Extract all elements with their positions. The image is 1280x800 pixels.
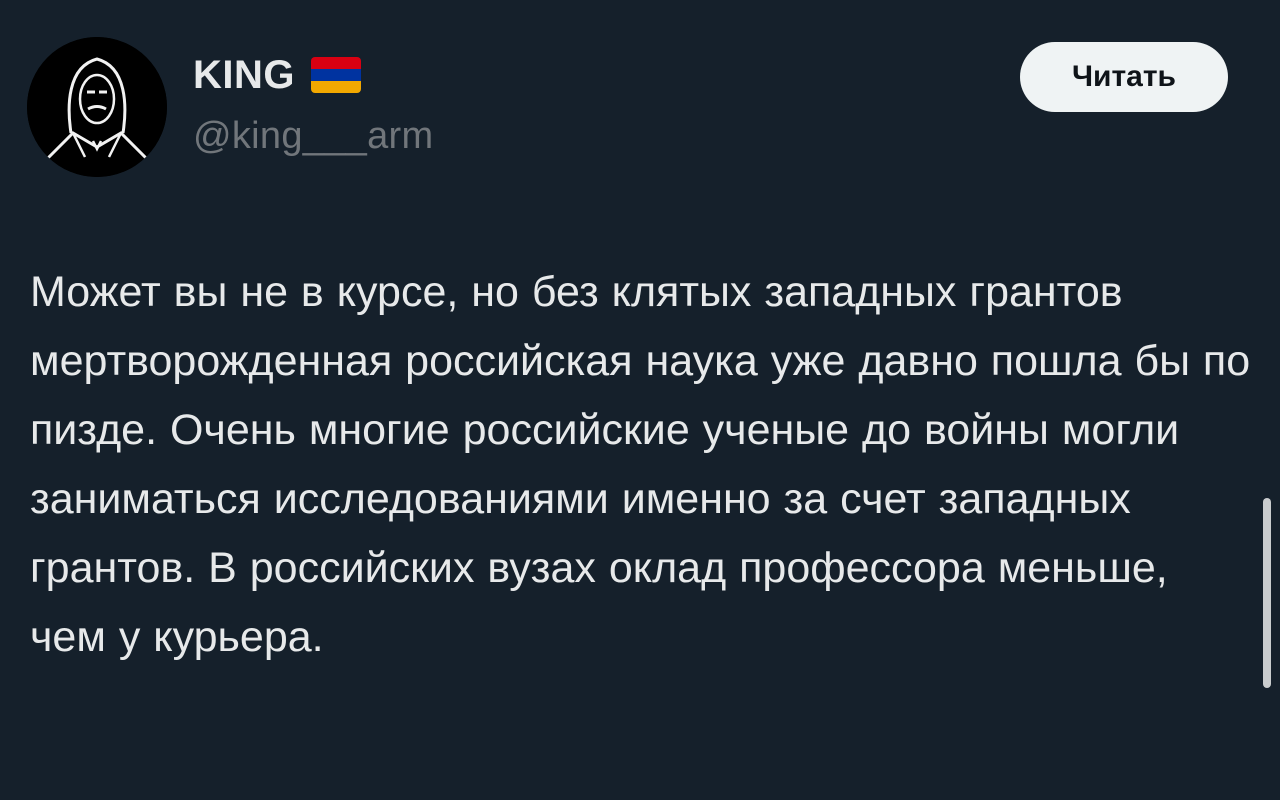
author-handle[interactable]: @king___arm <box>193 115 433 158</box>
author-display-name[interactable]: KING <box>193 53 295 98</box>
follow-button[interactable]: Читать <box>1020 42 1228 112</box>
scrollbar-thumb[interactable] <box>1263 498 1271 688</box>
author-avatar[interactable] <box>27 37 167 177</box>
author-name-row: KING <box>193 50 361 100</box>
tweet-card: KING @king___arm Читать Может вы не в ку… <box>0 0 1280 800</box>
armenia-flag-icon <box>311 57 361 93</box>
avatar-portrait-icon <box>27 37 167 177</box>
tweet-text: Может вы не в курсе, но без клятых запад… <box>30 268 1251 661</box>
